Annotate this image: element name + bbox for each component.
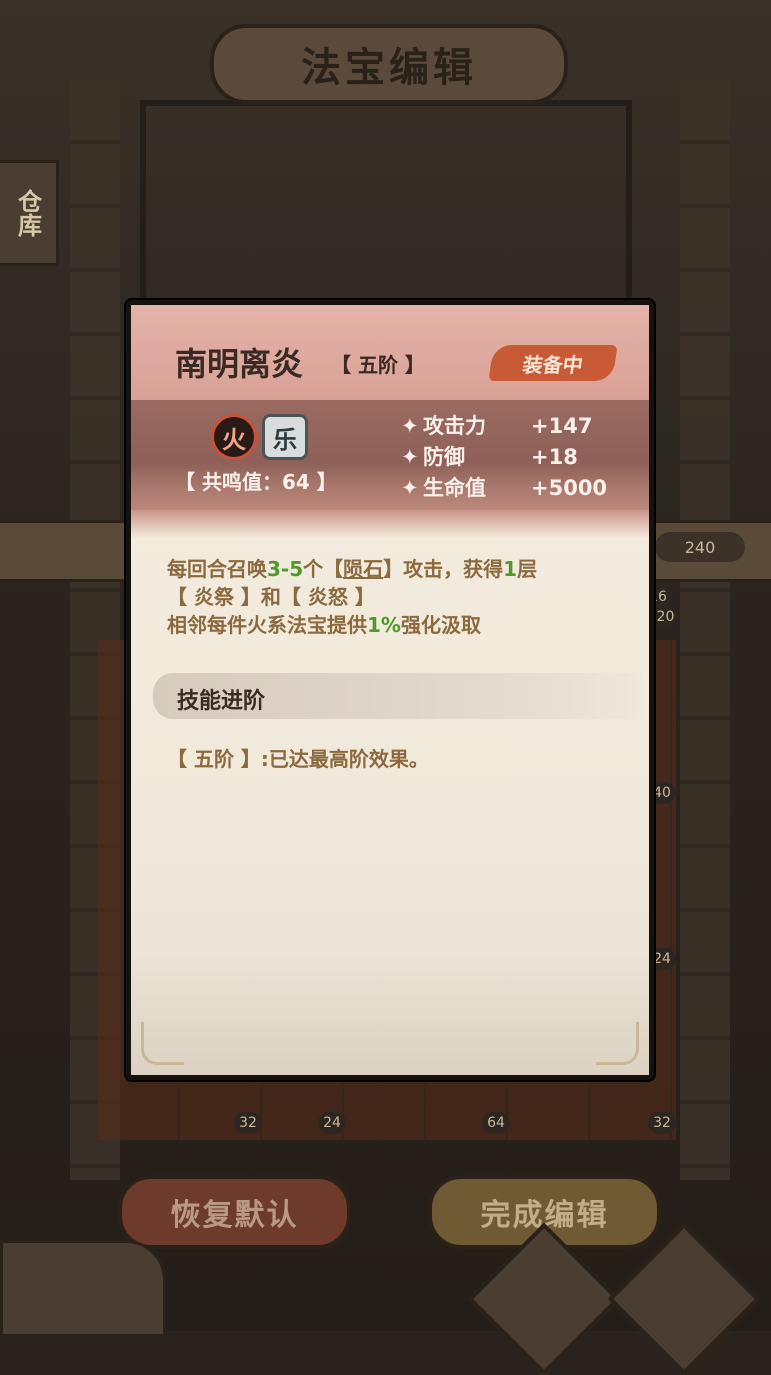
star-icon: ✦ bbox=[401, 476, 419, 500]
stats-panel: 火 乐 【 共鸣值：64 】 ✦ 攻击力 +147 ✦ 防御 +18 ✦ 生命值 +5000 bbox=[131, 400, 649, 510]
desc-text: 相邻每件火系法宝提供 bbox=[167, 613, 367, 637]
skill-advance-text: 【 五阶 】:已达最高阶效果。 bbox=[167, 747, 429, 771]
keyword-link-meteor[interactable]: 陨石 bbox=[343, 557, 383, 581]
bg-value: 240 bbox=[655, 532, 745, 562]
corner-ornament bbox=[596, 1022, 639, 1065]
stat-label: 攻击力 bbox=[423, 414, 486, 438]
mountain-watermark bbox=[131, 955, 649, 1075]
item-tier: 【 五阶 】 bbox=[331, 353, 425, 377]
torn-edge bbox=[131, 510, 649, 538]
storage-tab[interactable]: 仓库 bbox=[0, 160, 59, 266]
stat-defense: ✦ 防御 +18 bbox=[401, 441, 621, 471]
stat-value: +18 bbox=[531, 445, 578, 469]
stat-value: +5000 bbox=[531, 476, 608, 500]
card-level: 24 bbox=[318, 1112, 346, 1134]
joy-element-icon: 乐 bbox=[262, 414, 308, 460]
fire-element-icon: 火 bbox=[211, 414, 257, 460]
stat-label: 生命值 bbox=[423, 476, 486, 500]
desc-text: 层 bbox=[517, 557, 538, 581]
desc-text: 】攻击，获得 bbox=[383, 557, 504, 581]
skill-section-title: 技能进阶 bbox=[177, 689, 266, 714]
corner-ornament bbox=[141, 1022, 184, 1065]
stat-value: +147 bbox=[531, 414, 593, 438]
screen-title: 法宝编辑 bbox=[210, 24, 568, 104]
card-level: 32 bbox=[648, 1112, 676, 1134]
desc-number: 3-5 bbox=[267, 557, 304, 581]
star-icon: ✦ bbox=[401, 414, 419, 438]
desc-number: 1 bbox=[503, 557, 518, 581]
dialog-header: 南明离炎 【 五阶 】 装备中 bbox=[131, 305, 649, 400]
card-level: 64 bbox=[482, 1112, 510, 1134]
back-button[interactable] bbox=[0, 1240, 166, 1337]
desc-text: 每回合召唤 bbox=[167, 557, 267, 581]
desc-text: 强化汲取 bbox=[400, 613, 481, 637]
stat-hp: ✦ 生命值 +5000 bbox=[401, 472, 621, 502]
skill-description: 每回合召唤3-5个【陨石】攻击，获得1层 【 炎祭 】和【 炎怒 】 相邻每件火… bbox=[167, 555, 627, 639]
desc-line-3: 相邻每件火系法宝提供1%强化汲取 bbox=[167, 611, 627, 639]
stat-attack: ✦ 攻击力 +147 bbox=[401, 410, 621, 440]
card-level: 32 bbox=[234, 1112, 262, 1134]
stat-label: 防御 bbox=[423, 445, 465, 469]
right-pillar bbox=[680, 80, 730, 1180]
desc-number: 1% bbox=[367, 613, 401, 637]
item-name: 南明离炎 bbox=[175, 345, 304, 383]
star-icon: ✦ bbox=[401, 445, 419, 469]
treasure-detail-dialog: 南明离炎 【 五阶 】 装备中 火 乐 【 共鸣值：64 】 ✦ 攻击力 +147 … bbox=[126, 300, 654, 1080]
desc-line-2[interactable]: 【 炎祭 】和【 炎怒 】 bbox=[167, 583, 627, 611]
desc-line-1: 每回合召唤3-5个【陨石】攻击，获得1层 bbox=[167, 555, 627, 583]
desc-text: 个【 bbox=[303, 557, 344, 581]
resonance-value: 【 共鸣值：64 】 bbox=[175, 470, 337, 494]
reset-default-button[interactable]: 恢复默认 bbox=[118, 1175, 351, 1249]
equipped-badge: 装备中 bbox=[488, 345, 618, 381]
background-frame bbox=[140, 100, 632, 306]
